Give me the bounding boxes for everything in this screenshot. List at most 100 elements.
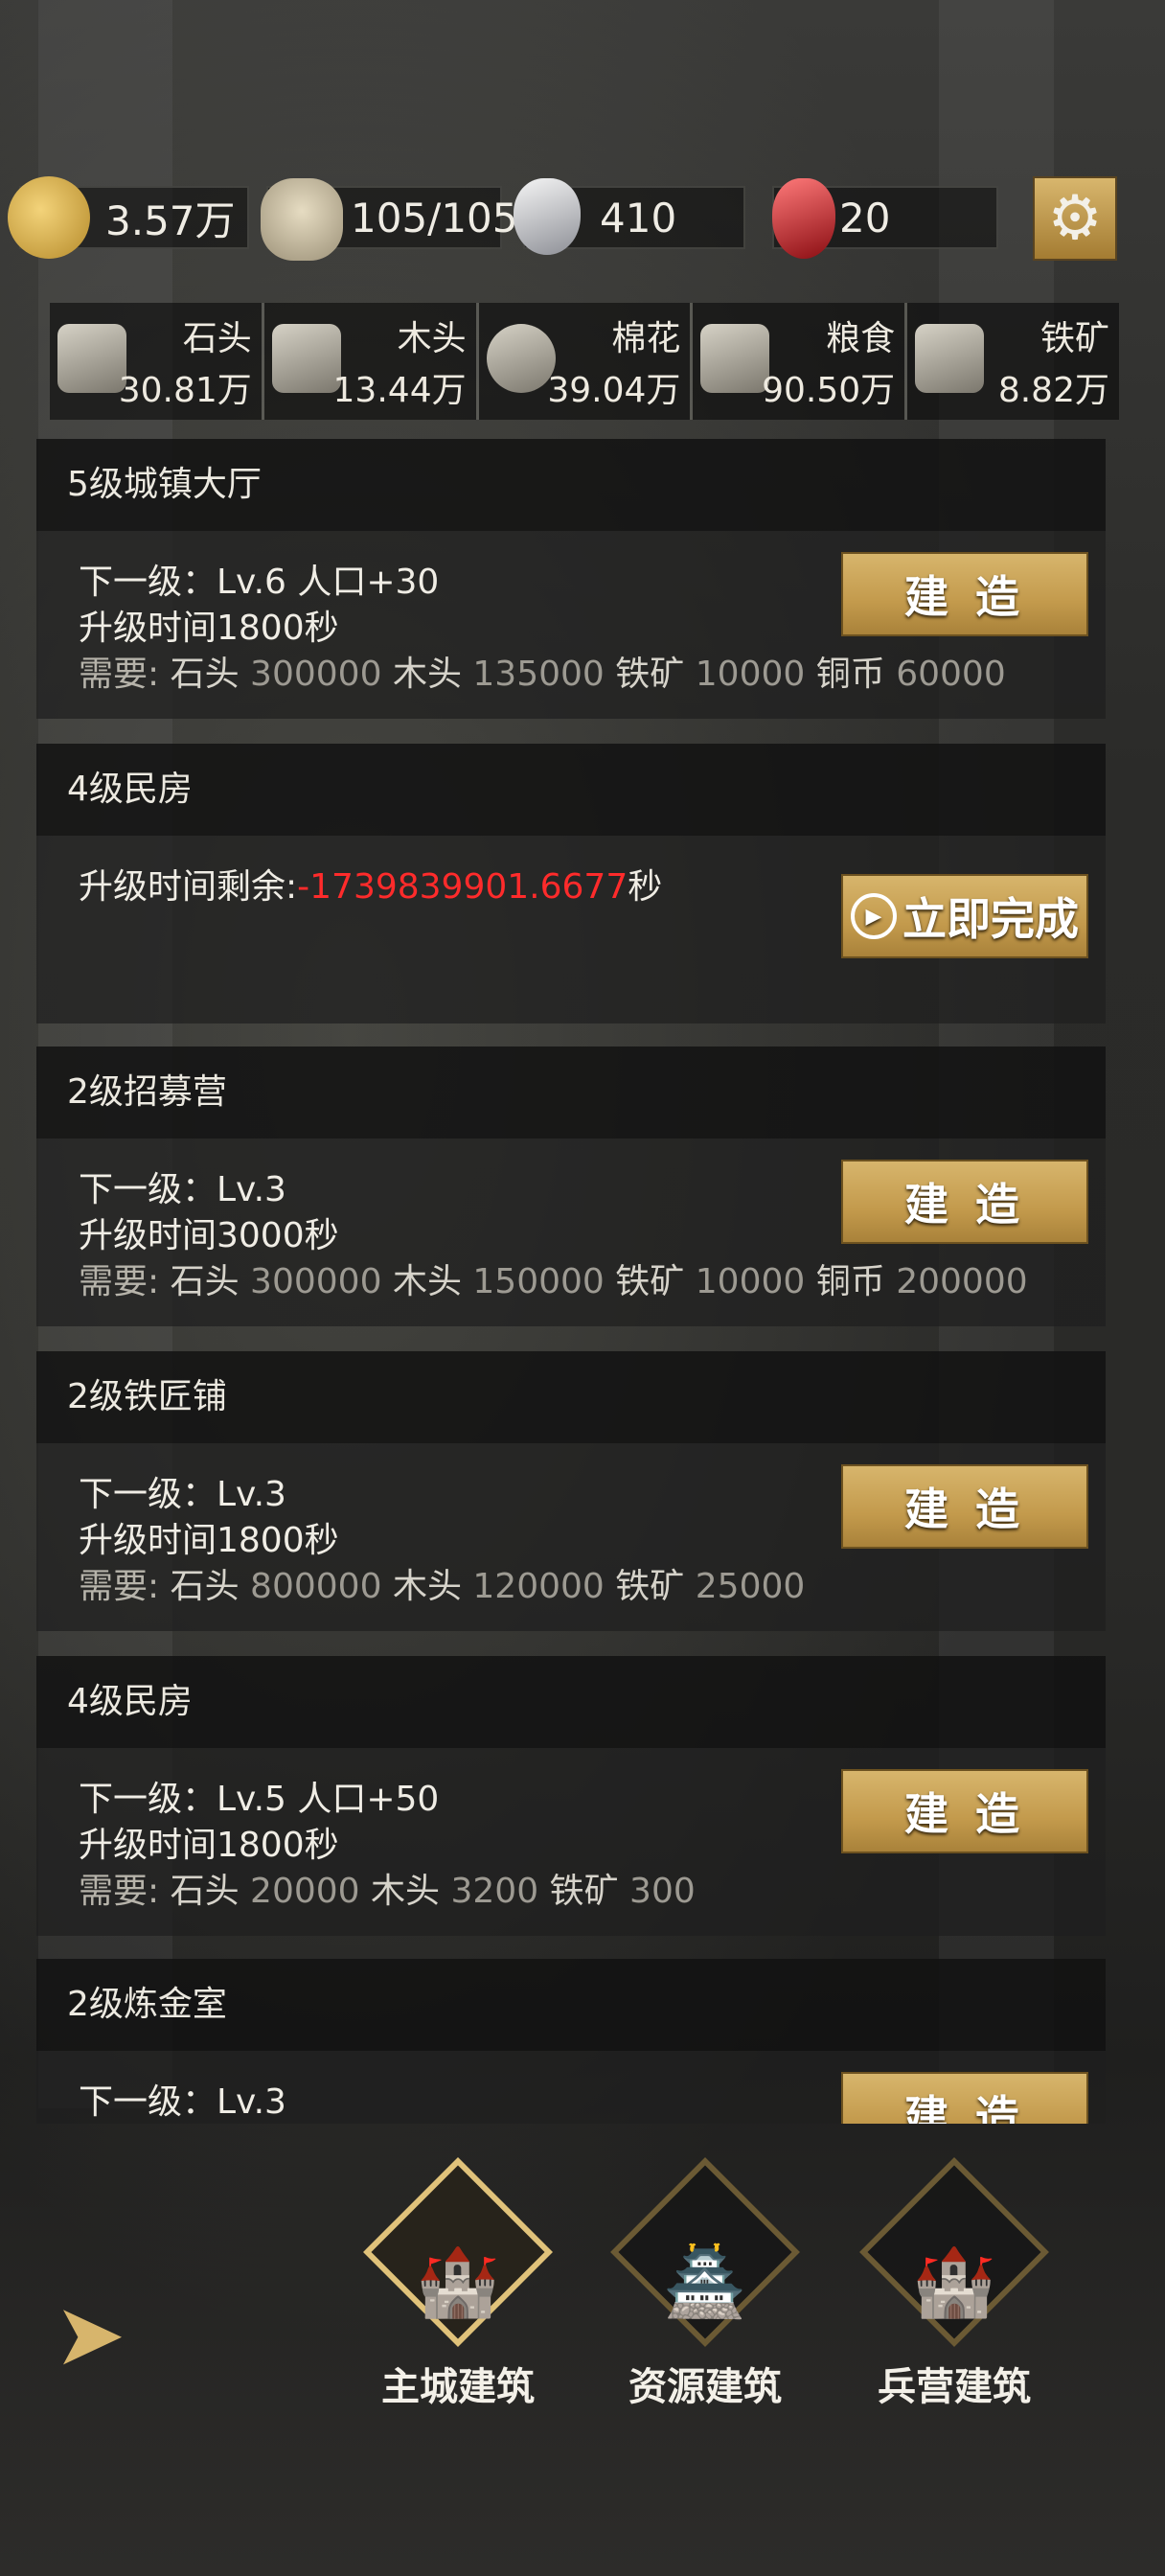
next-level-text: 下一级：Lv.3 — [79, 1170, 286, 1209]
req-resource: 石头 — [170, 1872, 240, 1911]
gem-value: 20 — [839, 194, 891, 242]
tab-label: 兵营建筑 — [878, 2365, 1031, 2409]
req-resource: 木头 — [392, 1262, 462, 1301]
material-value: 8.82万 — [997, 371, 1109, 410]
instant-complete-label: 立即完成 — [902, 893, 1079, 945]
next-level-text: 下一级：Lv.6 人口+30 — [79, 563, 440, 602]
building-details: 下一级：Lv.3 升级时间3000秒 需要: 石头 300000 木头 1500… — [36, 1138, 1106, 1326]
silver-value: 410 — [600, 194, 677, 242]
fortress-icon: 🏯 — [663, 2242, 747, 2321]
population-value: 105/105 — [351, 194, 518, 242]
req-amount: 60000 — [896, 655, 1006, 694]
building-details: 下一级：Lv.3 升级时间1800秒 需要: 石头 800000 木头 1200… — [36, 1443, 1106, 1631]
iron-ore-icon — [915, 324, 985, 393]
building-title: 4级民房 — [36, 1656, 1106, 1748]
red-gem-icon — [772, 178, 835, 259]
build-button[interactable]: 建 造 — [841, 1464, 1088, 1549]
gold-coins-icon — [8, 176, 90, 259]
cotton-icon — [486, 324, 556, 393]
req-resource: 石头 — [170, 655, 240, 694]
req-resource: 木头 — [392, 1567, 462, 1606]
building-details: 下一级：Lv.3 建 造 — [36, 2051, 1106, 2124]
req-amount: 120000 — [472, 1567, 605, 1606]
req-amount: 800000 — [250, 1567, 382, 1606]
next-level-text: 下一级：Lv.3 — [79, 2082, 286, 2122]
req-resource: 铜币 — [815, 1262, 885, 1301]
tab-barracks-buildings[interactable]: 🏰 兵营建筑 — [849, 2157, 1060, 2411]
grain-sack-icon — [700, 324, 770, 393]
building-title: 4级民房 — [36, 744, 1106, 836]
req-amount: 200000 — [896, 1262, 1028, 1301]
material-name: 粮食 — [826, 319, 896, 358]
materials-bar: 石头 30.81万 木头 13.44万 棉花 39.04万 粮食 90.50万 … — [50, 303, 1119, 420]
requirements-text: 需要: 石头 300000 木头 135000 铁矿 10000 铜币 6000… — [79, 646, 1006, 696]
building-details: 下一级：Lv.6 人口+30 升级时间1800秒 需要: 石头 300000 木… — [36, 531, 1106, 719]
requirements-label: 需要: — [79, 1567, 171, 1606]
material-cotton: 棉花 39.04万 — [479, 303, 694, 420]
requirements-text: 需要: 石头 300000 木头 150000 铁矿 10000 铜币 2000… — [79, 1254, 1028, 1303]
barracks-icon: 🏰 — [912, 2242, 996, 2321]
req-resource: 木头 — [371, 1872, 441, 1911]
req-amount: 300 — [629, 1872, 696, 1911]
upgrade-time-text: 升级时间1800秒 — [79, 609, 339, 648]
material-name: 木头 — [397, 319, 467, 358]
build-button[interactable]: 建 造 — [841, 552, 1088, 636]
remaining-unit: 秒 — [628, 867, 663, 907]
req-amount: 25000 — [695, 1567, 806, 1606]
req-amount: 135000 — [472, 655, 605, 694]
next-level-text: 下一级：Lv.5 人口+50 — [79, 1780, 440, 1819]
building-card: 4级民房 下一级：Lv.5 人口+50 升级时间1800秒 需要: 石头 200… — [36, 1656, 1106, 1936]
building-card: 2级铁匠铺 下一级：Lv.3 升级时间1800秒 需要: 石头 800000 木… — [36, 1351, 1106, 1631]
req-resource: 铁矿 — [615, 1567, 685, 1606]
building-title: 2级炼金室 — [36, 1959, 1106, 2051]
build-button[interactable]: 建 造 — [841, 1160, 1088, 1244]
wood-logs-icon — [271, 324, 341, 393]
upgrade-remaining-text: 升级时间剩余:-1739839901.6677秒 — [79, 859, 662, 908]
build-button[interactable]: 建 造 — [841, 2072, 1088, 2124]
req-amount: 300000 — [250, 655, 382, 694]
bottom-navigation: ➤ 🏰 主城建筑 🏯 资源建筑 🏰 兵营建筑 — [0, 2128, 1165, 2576]
building-card: 4级民房 升级时间剩余:-1739839901.6677秒 ▶ 立即完成 — [36, 744, 1106, 1024]
tab-main-city-buildings[interactable]: 🏰 主城建筑 — [353, 2157, 563, 2411]
upgrade-time-text: 升级时间3000秒 — [79, 1216, 339, 1255]
gear-icon[interactable]: ⚙ — [1033, 176, 1117, 261]
tab-resource-buildings[interactable]: 🏯 资源建筑 — [600, 2157, 811, 2411]
req-amount: 10000 — [695, 655, 806, 694]
req-amount: 150000 — [472, 1262, 605, 1301]
stone-icon — [57, 324, 126, 393]
build-button[interactable]: 建 造 — [841, 1769, 1088, 1853]
building-title: 5级城镇大厅 — [36, 439, 1106, 531]
upgrade-time-text: 升级时间1800秒 — [79, 1826, 339, 1865]
castle-icon: 🏰 — [416, 2242, 500, 2321]
material-name: 铁矿 — [1039, 319, 1109, 358]
material-iron: 铁矿 8.82万 — [907, 303, 1119, 420]
req-resource: 铁矿 — [615, 655, 685, 694]
material-value: 90.50万 — [762, 371, 896, 410]
requirements-label: 需要: — [79, 1872, 171, 1911]
instant-complete-button[interactable]: ▶ 立即完成 — [841, 874, 1088, 958]
req-amount: 10000 — [695, 1262, 806, 1301]
material-wood: 木头 13.44万 — [264, 303, 479, 420]
req-resource: 木头 — [392, 655, 462, 694]
building-details: 升级时间剩余:-1739839901.6677秒 ▶ 立即完成 — [36, 836, 1106, 1024]
tab-label: 资源建筑 — [628, 2365, 782, 2409]
next-level-text: 下一级：Lv.3 — [79, 1475, 286, 1514]
material-stone: 石头 30.81万 — [50, 303, 264, 420]
building-title: 2级招募营 — [36, 1046, 1106, 1138]
upgrade-time-text: 升级时间1800秒 — [79, 1521, 339, 1560]
material-value: 13.44万 — [332, 371, 467, 410]
requirements-text: 需要: 石头 800000 木头 120000 铁矿 25000 — [79, 1558, 805, 1608]
back-arrow-icon[interactable]: ➤ — [54, 2285, 159, 2385]
req-amount: 20000 — [250, 1872, 360, 1911]
req-resource: 铁矿 — [615, 1262, 685, 1301]
building-card: 5级城镇大厅 下一级：Lv.6 人口+30 升级时间1800秒 需要: 石头 3… — [36, 439, 1106, 719]
building-card: 2级炼金室 下一级：Lv.3 建 造 — [36, 1959, 1106, 2124]
silver-crystal-icon — [514, 178, 581, 255]
material-value: 30.81万 — [118, 371, 252, 410]
requirements-label: 需要: — [79, 1262, 171, 1301]
remaining-value: -1739839901.6677 — [297, 867, 628, 907]
remaining-label: 升级时间剩余: — [79, 867, 298, 907]
material-grain: 粮食 90.50万 — [693, 303, 908, 420]
play-icon: ▶ — [851, 893, 897, 939]
building-details: 下一级：Lv.5 人口+50 升级时间1800秒 需要: 石头 20000 木头… — [36, 1748, 1106, 1936]
